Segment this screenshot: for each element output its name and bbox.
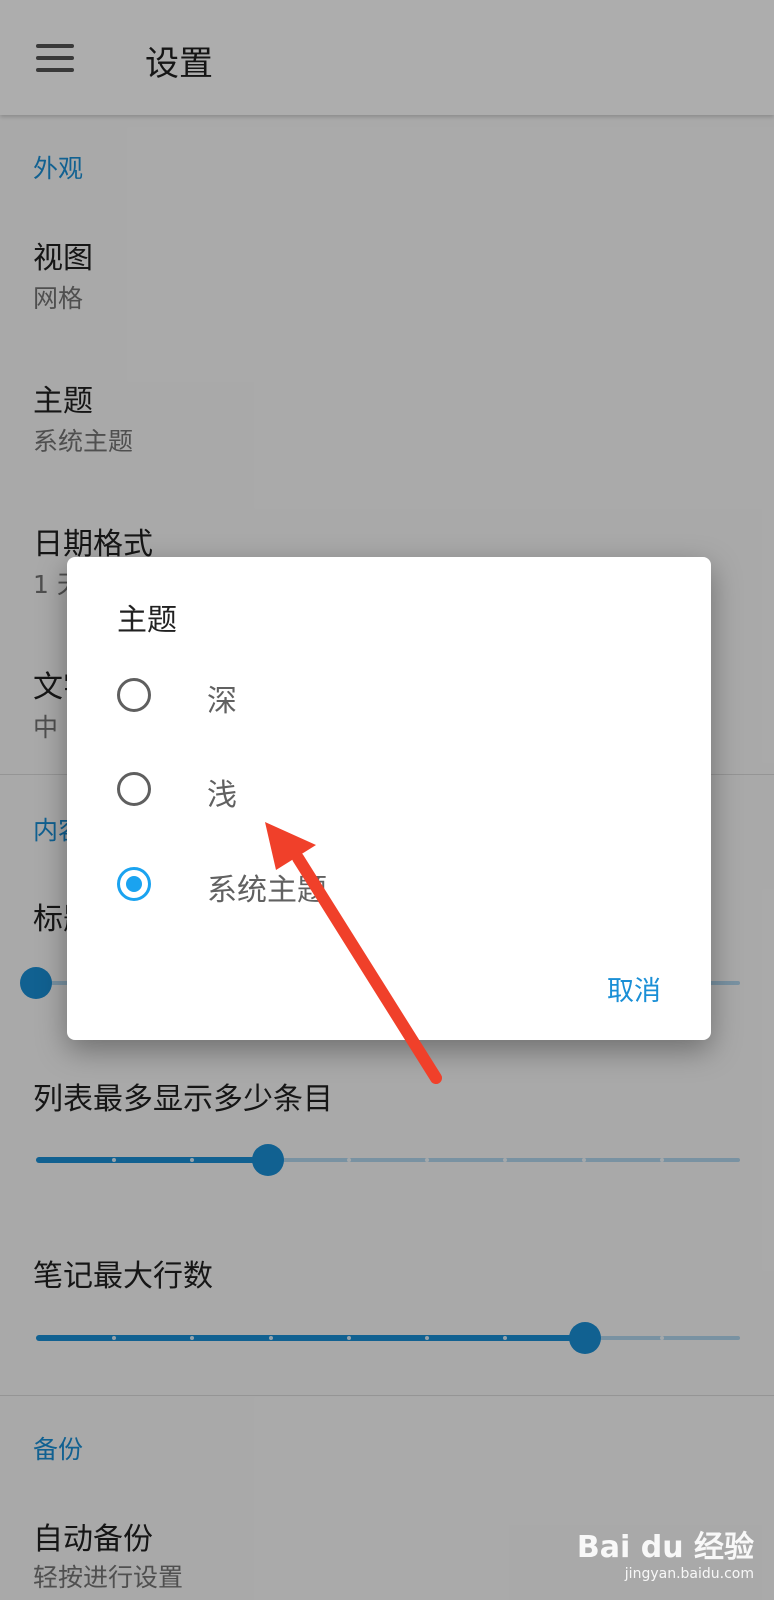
radio-button[interactable] [117, 867, 151, 901]
theme-option-light[interactable]: 浅 [117, 758, 677, 828]
watermark-site: jingyan.baidu.com [624, 1566, 754, 1582]
cancel-button[interactable]: 取消 [607, 969, 661, 1008]
dialog-title: 主题 [117, 603, 177, 638]
theme-option-system[interactable]: 系统主题 [117, 853, 677, 923]
theme-dialog: 主题 深 浅 系统主题 取消 [67, 557, 711, 1040]
watermark-brand: Bai du 经验 [576, 1530, 754, 1565]
option-label: 深 [207, 684, 237, 719]
option-label: 系统主题 [207, 873, 327, 908]
option-label: 浅 [207, 778, 237, 813]
theme-option-dark[interactable]: 深 [117, 664, 677, 734]
radio-button[interactable] [117, 678, 151, 712]
baidu-jingyan-watermark: Bai du 经验 jingyan.baidu.com [577, 1522, 754, 1582]
radio-button[interactable] [117, 772, 151, 806]
